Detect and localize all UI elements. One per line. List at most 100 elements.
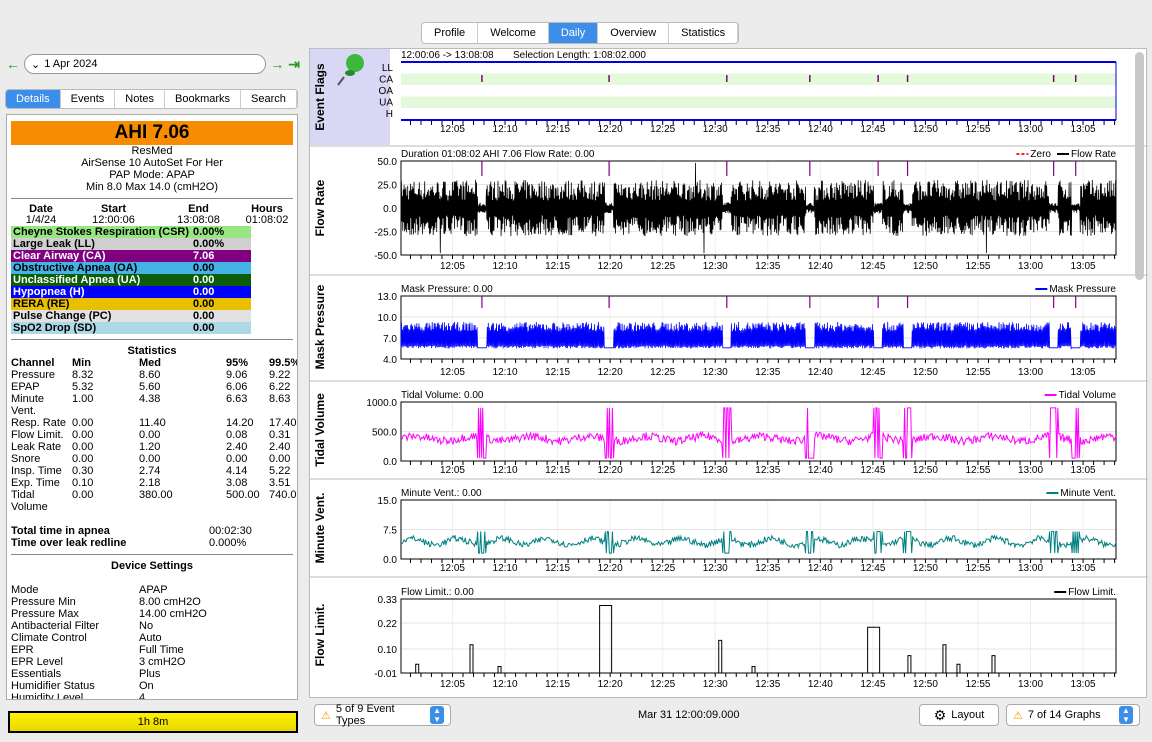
- setting-value: Plus: [139, 668, 161, 680]
- x-tick-label: 12:10: [493, 261, 518, 272]
- event-name: Unclassified Apnea (UA): [13, 274, 141, 286]
- device-settings-table: Mode APAP Pressure Min 8.00 cmH2O Pressure M…: [11, 584, 293, 699]
- stats-col-header: 99.5%: [269, 357, 298, 369]
- x-tick-label: 13:00: [1018, 679, 1043, 690]
- event-name: Pulse Change (PC): [13, 310, 112, 322]
- event-row: RERA (RE) 0.00: [11, 298, 251, 310]
- device-setting-row: Pressure Min 8.00 cmH2O: [11, 596, 293, 608]
- layout-button[interactable]: ⚙ Layout: [919, 704, 999, 726]
- x-tick-label: 12:50: [913, 563, 938, 574]
- x-tick-label: 13:00: [1018, 465, 1043, 476]
- sidebar-tab-notes[interactable]: Notes: [115, 90, 166, 108]
- setting-name: Climate Control: [11, 632, 87, 644]
- x-axis-ticks: [409, 673, 1116, 677]
- setting-name: Antibacterial Filter: [11, 620, 100, 632]
- tab-welcome[interactable]: Welcome: [478, 23, 549, 43]
- legend-label: Flow Limit.: [1068, 587, 1116, 598]
- x-tick-label: 12:25: [650, 465, 675, 476]
- x-tick-label: 12:30: [703, 261, 728, 272]
- leak-label: Time over leak redline: [11, 537, 127, 549]
- x-tick-label: 12:55: [965, 124, 990, 135]
- graph-scrollbar[interactable]: [1135, 52, 1144, 280]
- stats-header: Channel Min Med 95% 99.5%: [11, 357, 297, 369]
- graph-area: Event Flags 12:00:06 -> 13:08:08 Selection…: [309, 48, 1148, 699]
- setting-value: Auto: [139, 632, 162, 644]
- prev-day-arrow-icon[interactable]: ←: [6, 56, 20, 72]
- x-tick-label: 12:25: [650, 563, 675, 574]
- x-tick-label: 13:05: [1071, 124, 1096, 135]
- x-tick-label: 12:35: [755, 679, 780, 690]
- x-tick-label: 12:20: [598, 465, 623, 476]
- sidebar-tab-search[interactable]: Search: [241, 90, 297, 108]
- last-day-arrow-icon[interactable]: ⇥: [288, 56, 300, 73]
- sidebar-tab-bookmarks[interactable]: Bookmarks: [165, 90, 242, 108]
- x-tick-label: 12:45: [860, 563, 885, 574]
- setting-value: 8.00 cmH2O: [139, 596, 201, 608]
- stats-row: Leak Rate 0.00 1.20 2.40 2.40: [11, 441, 293, 453]
- x-tick-label: 12:05: [440, 367, 465, 378]
- stats-cell: Insp. Time: [11, 465, 62, 477]
- graphs-svg[interactable]: Event Flags 12:00:06 -> 13:08:08 Selection…: [310, 49, 1148, 699]
- event-value: 0.00: [193, 310, 215, 322]
- y-tick-label: 13.0: [378, 292, 398, 303]
- graphs-select[interactable]: ⚠ 7 of 14 Graphs ▲ ▼: [1006, 704, 1140, 726]
- tab-statistics[interactable]: Statistics: [669, 23, 739, 43]
- y-tick-label: 0.10: [378, 645, 398, 656]
- y-tick-label: 7.0: [383, 334, 397, 345]
- graph-header: Mask Pressure: 0.00: [401, 284, 493, 295]
- x-tick-label: 12:50: [913, 124, 938, 135]
- stats-cell: EPAP: [11, 381, 40, 393]
- setting-value: On: [139, 680, 154, 692]
- y-tick-label: 1000.0: [366, 398, 397, 409]
- x-tick-label: 12:35: [755, 261, 780, 272]
- x-tick-label: 12:05: [440, 679, 465, 690]
- sidebar-tab-details[interactable]: Details: [6, 90, 61, 108]
- x-tick-label: 12:40: [808, 563, 833, 574]
- date-picker[interactable]: ⌄ 1 Apr 2024: [24, 54, 267, 74]
- y-tick-label: 0.22: [378, 619, 398, 630]
- tab-overview[interactable]: Overview: [598, 23, 670, 43]
- sidebar-tabs: Details Events Notes Bookmarks Search: [5, 89, 298, 109]
- x-tick-label: 12:05: [440, 124, 465, 135]
- statistics-table: Channel Min Med 95% 99.5% Pressure 8.32 8.60 9.0…: [11, 357, 297, 513]
- x-tick-label: 12:25: [650, 679, 675, 690]
- stats-cell: Exp. Time: [11, 477, 60, 489]
- x-tick-label: 12:55: [965, 465, 990, 476]
- session-value: 1/4/24: [25, 214, 57, 226]
- apnea-value: 00:02:30: [209, 525, 252, 537]
- event-value: 0.00: [193, 298, 215, 310]
- tab-daily[interactable]: Daily: [548, 23, 599, 43]
- x-tick-label: 12:15: [545, 124, 570, 135]
- stats-row: Snore 0.00 0.00 0.00 0.00: [11, 453, 293, 465]
- setting-name: Pressure Min: [11, 596, 76, 608]
- stats-cell: 0.00: [269, 453, 291, 465]
- device-setting-row: Antibacterial Filter No: [11, 620, 293, 632]
- tab-profile[interactable]: Profile: [422, 23, 479, 43]
- stats-col-header: Min: [72, 357, 91, 369]
- stats-cell: Tidal Volume: [11, 489, 48, 513]
- event-types-select[interactable]: ⚠ 5 of 9 Event Types ▲ ▼: [314, 703, 451, 727]
- graph-minute-vent-: Minute Vent. Minute Vent.: 0.00 Minute Ven…: [310, 488, 1148, 578]
- x-tick-label: 12:35: [755, 124, 780, 135]
- x-tick-label: 12:20: [598, 563, 623, 574]
- x-tick-label: 12:15: [545, 465, 570, 476]
- x-tick-label: 12:25: [650, 124, 675, 135]
- plot-frame: [400, 598, 1117, 674]
- x-tick-label: 12:45: [860, 367, 885, 378]
- warning-icon: ⚠: [321, 709, 331, 722]
- x-tick-label: 12:40: [808, 367, 833, 378]
- stats-cell: 2.18: [139, 477, 161, 489]
- stats-cell: Resp. Rate: [11, 417, 67, 429]
- flag-row-label: H: [386, 109, 393, 120]
- stats-cell: 6.63: [226, 393, 248, 405]
- x-tick-label: 12:50: [913, 465, 938, 476]
- x-tick-label: 12:35: [755, 563, 780, 574]
- device-setting-row: Humidity Level 4: [11, 692, 293, 699]
- stats-col-header: Channel: [11, 357, 55, 369]
- sidebar-tab-events[interactable]: Events: [61, 90, 116, 108]
- x-tick-label: 13:05: [1071, 367, 1096, 378]
- y-tick-label: 500.0: [372, 428, 397, 439]
- stats-cell: 9.06: [226, 369, 248, 381]
- next-day-arrow-icon[interactable]: →: [270, 56, 284, 72]
- main-tabs: Profile Welcome Daily Overview Statistics: [421, 22, 740, 44]
